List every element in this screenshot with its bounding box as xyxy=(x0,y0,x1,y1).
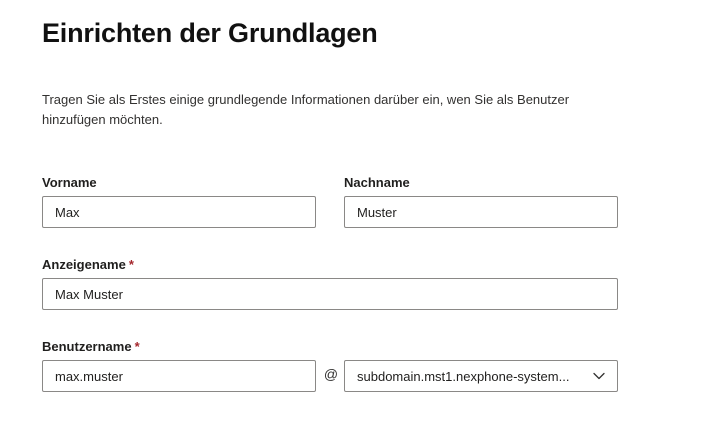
username-input[interactable] xyxy=(42,360,316,392)
display-name-label: Anzeigename * xyxy=(42,257,134,272)
chevron-down-icon xyxy=(589,366,609,386)
at-symbol: @ xyxy=(323,366,339,382)
first-name-label-text: Vorname xyxy=(42,175,97,190)
display-name-input[interactable] xyxy=(42,278,618,310)
last-name-input[interactable] xyxy=(344,196,618,228)
last-name-label-text: Nachname xyxy=(344,175,410,190)
setup-basics-page: Einrichten der Grundlagen Tragen Sie als… xyxy=(0,0,703,424)
username-label-text: Benutzername xyxy=(42,339,132,354)
display-name-required-mark: * xyxy=(128,257,134,272)
last-name-label: Nachname xyxy=(344,175,410,190)
display-name-label-text: Anzeigename xyxy=(42,257,126,272)
first-name-input[interactable] xyxy=(42,196,316,228)
domain-dropdown-value: subdomain.mst1.nexphone-system... xyxy=(357,368,570,384)
page-title: Einrichten der Grundlagen xyxy=(42,18,378,48)
first-name-label: Vorname xyxy=(42,175,97,190)
username-label: Benutzername * xyxy=(42,339,140,354)
username-required-mark: * xyxy=(134,339,140,354)
domain-dropdown[interactable]: subdomain.mst1.nexphone-system... xyxy=(344,360,618,392)
page-description: Tragen Sie als Erstes einige grundlegend… xyxy=(42,92,570,127)
